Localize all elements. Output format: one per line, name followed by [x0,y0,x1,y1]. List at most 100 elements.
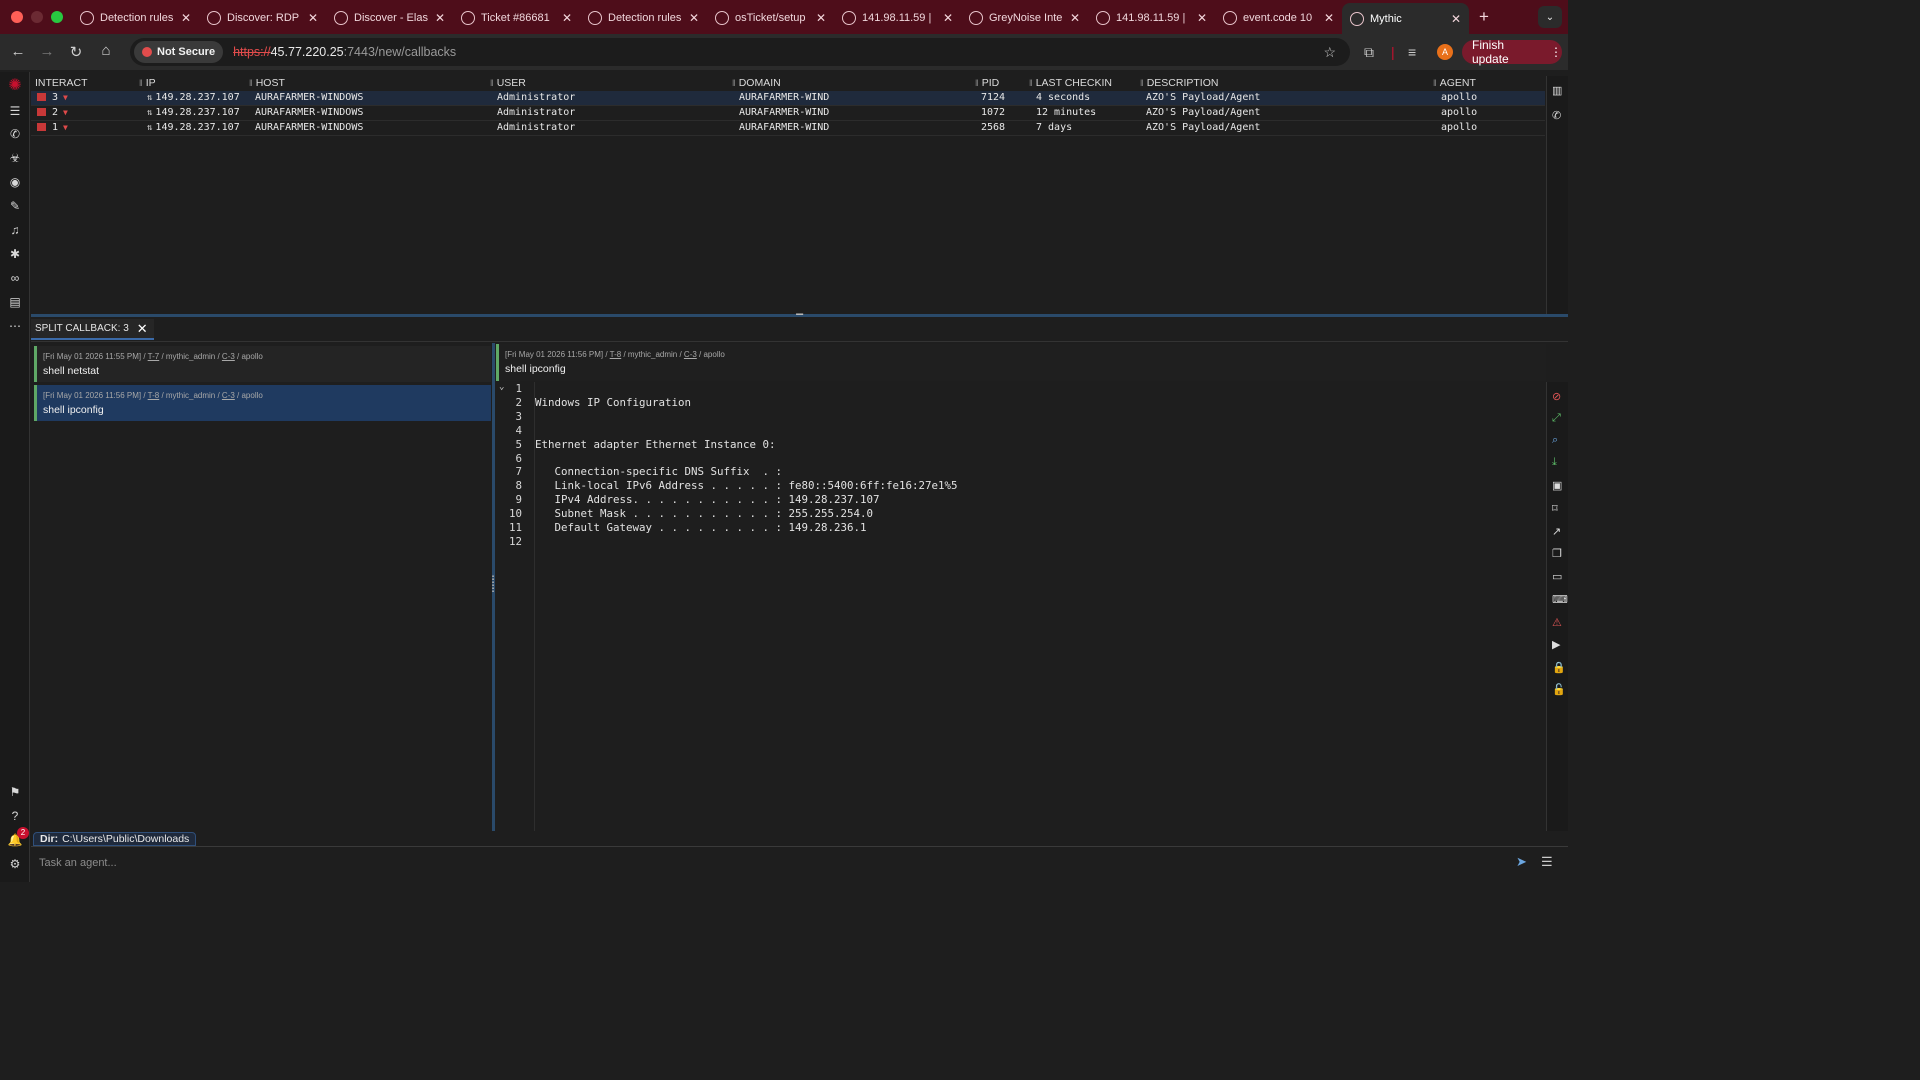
vertical-drag-handle-icon[interactable]: ▪ ▪ ▪ ▪ ▪ ▪ [491,574,495,598]
tab-split-callback[interactable]: SPLIT CALLBACK: 3 ✕ [31,319,154,340]
lock-icon[interactable]: 🔒 [1552,661,1566,674]
header-interact[interactable]: INTERACT [35,76,88,90]
security-indicator[interactable]: Not Secure [134,41,224,63]
close-tab-icon[interactable]: ✕ [1324,11,1334,25]
home-icon[interactable]: ⌂ [91,42,121,59]
finish-update-button[interactable]: Finish update ⋮ [1462,38,1562,66]
help-icon[interactable]: ? [7,808,23,824]
table-row[interactable]: 1 ▼ ⇅ 149.28.237.107 AURAFARMER-WINDOWS Admin… [31,121,1545,136]
mythic-logo-icon[interactable]: ✺ [7,78,23,94]
download-icon[interactable]: ⤓ [1552,456,1557,469]
task-id-link[interactable]: T-7 [148,352,160,361]
table-row[interactable]: 3 ▼ ⇅ 149.28.237.107 AURAFARMER-WINDOWS Admin… [31,91,1545,106]
column-resize-icon[interactable]: ‖ [249,78,253,88]
dropdown-caret-icon[interactable]: ▼ [63,108,68,117]
header-description[interactable]: ‖ DESCRIPTION [1140,76,1218,90]
feedback-icon[interactable]: ⚑ [7,784,23,800]
play-circle-icon[interactable]: ▶ [1552,638,1560,651]
close-tab-icon[interactable]: ✕ [562,11,572,25]
edit-pencil-icon[interactable]: ✎ [7,198,23,214]
send-icon[interactable]: ➤ [1516,854,1527,870]
interact-menu-icon[interactable] [37,108,46,116]
table-row[interactable]: 2 ▼ ⇅ 149.28.237.107 AURAFARMER-WINDOWS Admin… [31,106,1545,121]
task-id-link[interactable]: T-8 [148,391,160,400]
interact-menu-icon[interactable] [37,123,46,131]
header-pid[interactable]: ‖ PID [975,76,999,90]
alert-icon[interactable]: ⚠ [1552,616,1562,629]
browser-tab[interactable]: Discover: RDP ✕ [199,4,326,32]
close-tab-icon[interactable]: ✕ [1197,11,1207,25]
expand-icon[interactable]: ⤢ [1552,412,1561,425]
interact-cell[interactable]: 1 ▼ [37,122,68,133]
new-tab-button[interactable]: + [1479,7,1489,27]
browser-tab[interactable]: 141.98.11.59 | ✕ [834,4,961,32]
browser-tab[interactable]: osTicket/setup ✕ [707,4,834,32]
account-settings-icon[interactable]: ⚙ [7,856,23,872]
close-tab-icon[interactable]: ✕ [181,11,191,25]
drag-handle-icon[interactable]: ▪▪▪▪▪▪ [787,312,811,318]
graph-view-icon[interactable]: ▥ [1552,84,1562,97]
task-item-selected[interactable]: [Fri May 01 2026 11:56 PM] / T-8 / mythi… [34,385,491,421]
headphones-icon[interactable]: ♫ [7,222,23,238]
header-domain[interactable]: ‖ DOMAIN [732,76,781,90]
column-resize-icon[interactable]: ‖ [975,78,979,88]
interact-cell[interactable]: 3 ▼ [37,92,68,103]
column-resize-icon[interactable]: ‖ [1433,78,1437,88]
task-output-editor[interactable]: ⌄ 1 2 Windows IP Configuration 3 4 5 Ethernet … [496,382,1546,831]
extensions-icon[interactable]: ⧉ [1364,44,1374,61]
tab-search-chevron-icon[interactable]: ⌄ [1538,6,1562,28]
search-icon[interactable]: ⌕ [1552,434,1558,447]
swap-arrows-icon[interactable]: ⇅ [147,108,152,118]
close-tab-icon[interactable]: ✕ [943,11,953,25]
tune-options-icon[interactable]: ☰ [1541,854,1553,870]
zoom-window-button[interactable] [51,11,63,23]
browser-tab[interactable]: Mythic ✕ [1342,3,1469,35]
output-task-link[interactable]: T-8 [610,350,622,359]
bookmark-star-icon[interactable]: ☆ [1323,44,1336,61]
close-icon[interactable]: ✕ [137,321,148,337]
browser-tab[interactable]: Ticket #86681 ✕ [453,4,580,32]
column-resize-icon[interactable]: ‖ [490,78,494,88]
keyboard-icon[interactable]: ⌨ [1552,593,1568,606]
header-ip[interactable]: ‖ IP [139,76,156,90]
dropdown-caret-icon[interactable]: ▼ [63,123,68,132]
browser-tab[interactable]: 141.98.11.59 | ✕ [1088,4,1215,32]
reports-icon[interactable]: ▤ [7,294,23,310]
browser-tab[interactable]: event.code 10 ✕ [1215,4,1342,32]
swap-arrows-icon[interactable]: ⇅ [147,123,152,133]
unlock-icon[interactable]: 🔓 [1552,683,1566,696]
image-icon[interactable]: ▣ [1552,479,1562,492]
column-resize-icon[interactable]: ‖ [1140,78,1144,88]
operations-icon[interactable]: ◉ [7,174,23,190]
link-icon[interactable]: ∞ [7,270,23,286]
minimize-window-button[interactable] [31,11,43,23]
interact-menu-icon[interactable] [37,93,46,101]
tag-icon[interactable]: ⌑ [1552,502,1558,515]
close-tab-icon[interactable]: ✕ [816,11,826,25]
menu-icon[interactable]: ☰ [7,103,23,119]
browser-tab[interactable]: Detection rules ✕ [72,4,199,32]
header-host[interactable]: ‖ HOST [249,76,285,90]
hide-icon[interactable]: ⊘ [1552,390,1561,403]
reload-icon[interactable]: ↻ [61,43,91,61]
header-agent[interactable]: ‖ AGENT [1433,76,1476,90]
browser-tab[interactable]: Discover - Elas ✕ [326,4,453,32]
more-horiz-icon[interactable]: ⋯ [7,318,23,334]
close-tab-icon[interactable]: ✕ [1451,12,1461,26]
column-resize-icon[interactable]: ‖ [139,78,143,88]
task-callback-link[interactable]: C-3 [222,391,235,400]
back-arrow-icon[interactable]: ← [3,43,33,60]
close-tab-icon[interactable]: ✕ [689,11,699,25]
bug-icon[interactable]: ✱ [7,246,23,262]
callback-phone-icon[interactable]: ✆ [1552,109,1561,122]
forward-arrow-icon[interactable]: → [32,43,62,60]
task-input[interactable] [39,853,1499,873]
create-payload-icon[interactable]: ☣ [7,150,23,166]
copy-icon[interactable]: ❐ [1552,547,1562,560]
task-callback-link[interactable]: C-3 [222,352,235,361]
close-tab-icon[interactable]: ✕ [435,11,445,25]
header-user[interactable]: ‖ USER [490,76,526,90]
address-bar[interactable]: Not Secure https://45.77.220.25:7443/new… [130,38,1350,66]
close-tab-icon[interactable]: ✕ [308,11,318,25]
close-tab-icon[interactable]: ✕ [1070,11,1080,25]
